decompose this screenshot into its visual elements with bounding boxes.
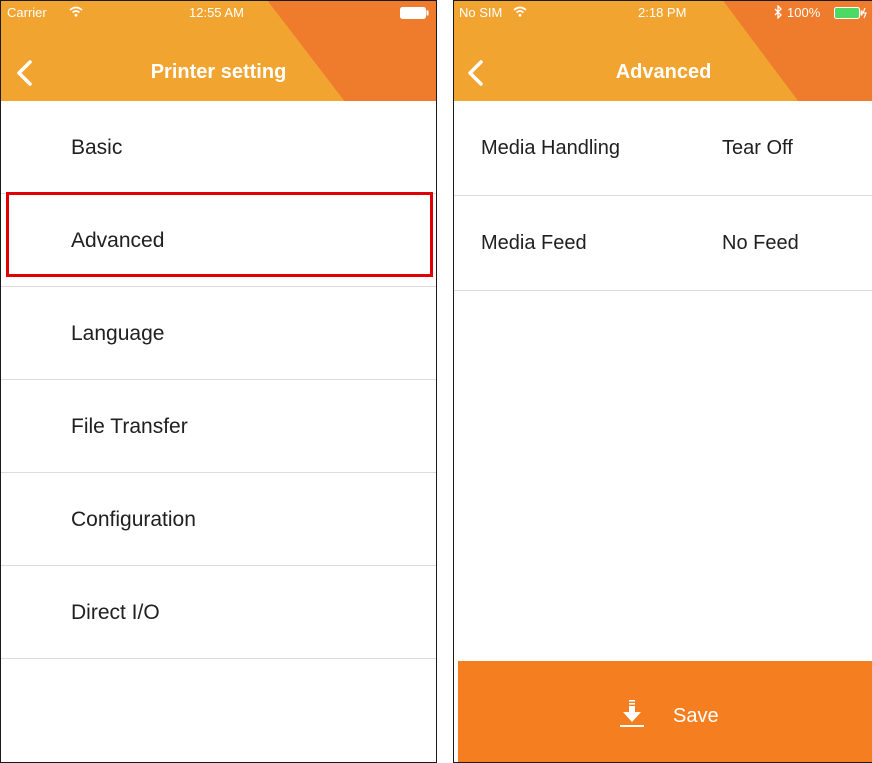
menu-item-label: Direct I/O [71,601,160,624]
page-title: Advanced [615,61,712,83]
menu-item-language[interactable]: Language [1,287,436,380]
nav-header: No SIM 2:18 PM 100% Advanced [454,1,872,101]
menu-item-label: Basic [71,136,123,159]
download-icon [620,700,644,727]
menu-item-configuration[interactable]: Configuration [1,473,436,566]
wifi-icon [69,6,83,17]
carrier-label: Carrier [7,5,47,20]
wifi-icon [513,6,527,17]
status-bar: Carrier 12:55 AM [1,1,436,25]
menu-item-file-transfer[interactable]: File Transfer [1,380,436,473]
page-title: Printer setting [150,61,287,83]
battery-percent: 100% [787,5,821,20]
menu-item-label: Advanced [71,229,165,252]
bluetooth-icon [774,5,782,19]
save-button[interactable]: Save [458,661,872,762]
status-bar: No SIM 2:18 PM 100% [454,1,872,25]
setting-label: Media Feed [481,232,587,254]
status-time: 12:55 AM [189,5,244,20]
battery-icon [834,7,867,19]
status-time: 2:18 PM [638,5,687,20]
setting-row-media-handling[interactable]: Media Handling Tear Off [454,101,872,196]
nav-header: Carrier 12:55 AM Printer setting [1,1,436,101]
menu-item-label: Language [71,322,165,345]
menu-item-label: Configuration [71,508,196,531]
menu-item-label: File Transfer [71,415,188,438]
setting-value[interactable]: Tear Off [722,101,793,196]
menu-item-direct-io[interactable]: Direct I/O [1,566,436,659]
advanced-screen: No SIM 2:18 PM 100% Advanced Media Handl… [453,0,872,763]
setting-label: Media Handling [481,137,620,159]
save-label: Save [673,705,719,727]
menu-item-basic[interactable]: Basic [1,101,436,194]
setting-row-media-feed[interactable]: Media Feed No Feed [454,196,872,291]
carrier-label: No SIM [459,5,503,20]
battery-icon [400,7,429,19]
setting-value[interactable]: No Feed [722,196,799,291]
menu-item-advanced[interactable]: Advanced [1,194,436,287]
printer-setting-screen: Carrier 12:55 AM Printer setting Basic A… [0,0,437,763]
